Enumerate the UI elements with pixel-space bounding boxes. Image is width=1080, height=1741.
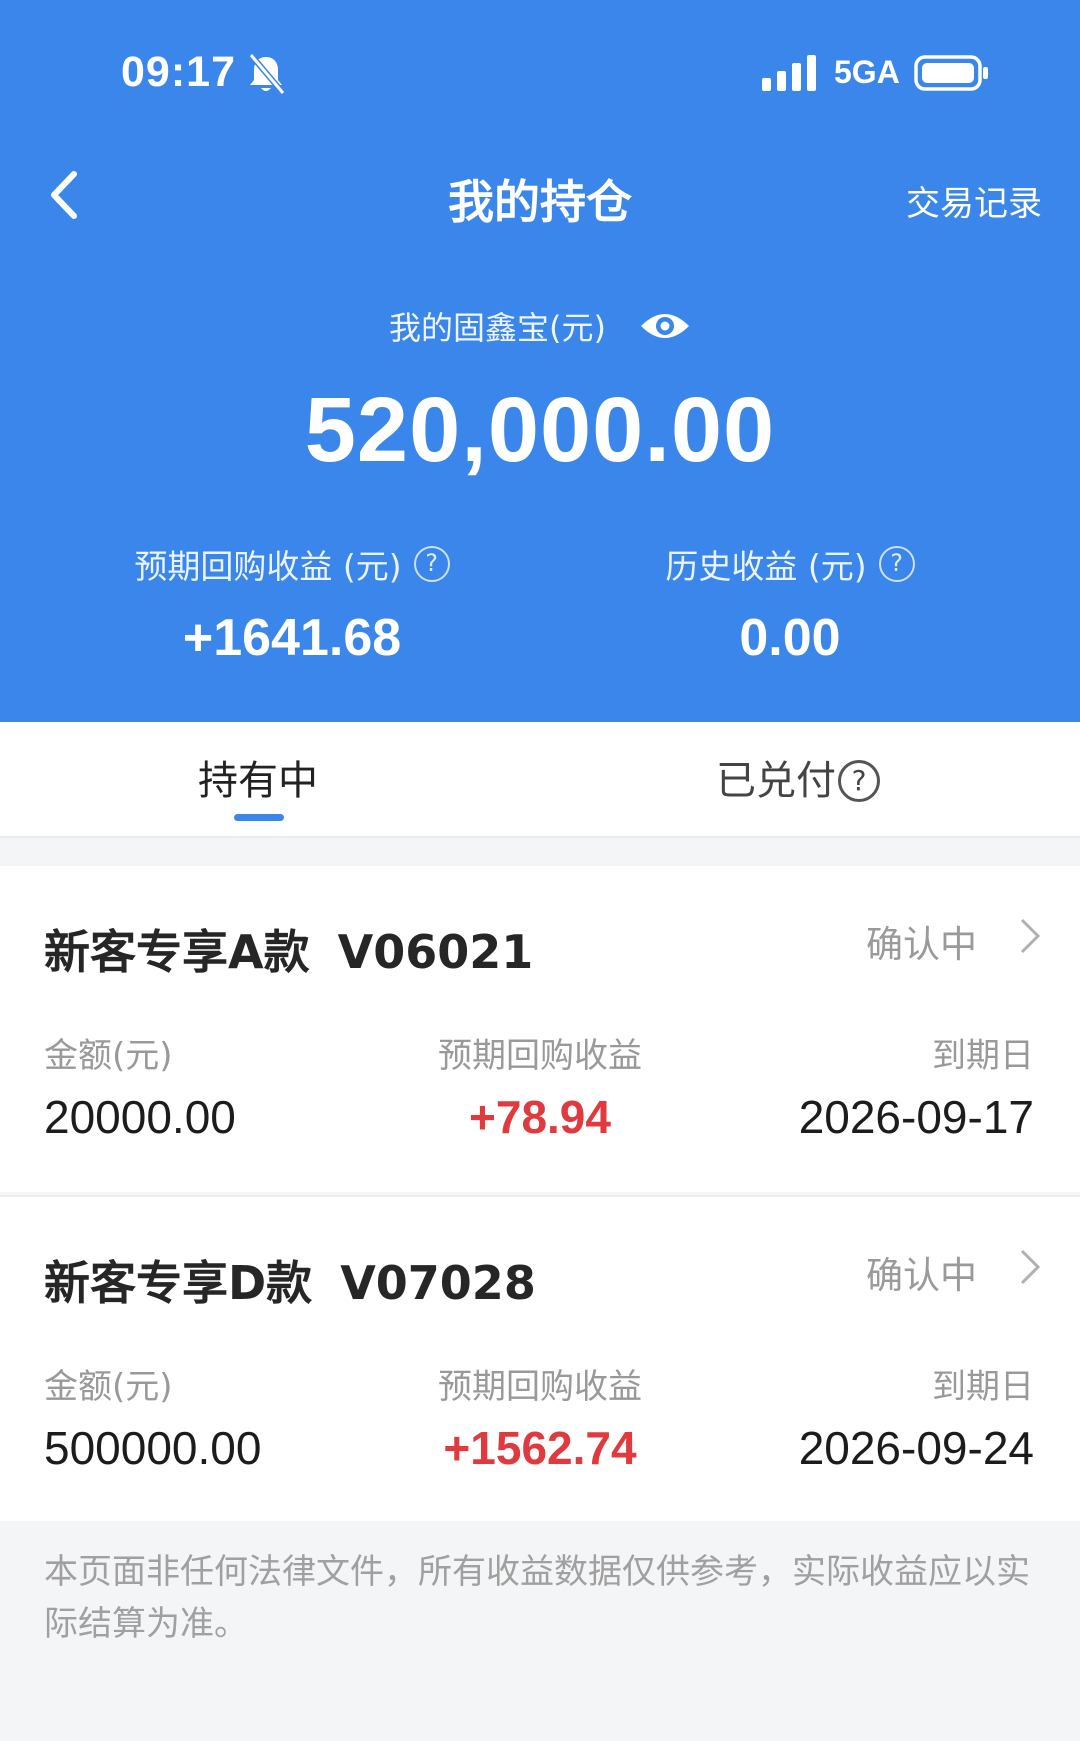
disclaimer-text: 本页面非任何法律文件，所有收益数据仅供参考，实际收益应以实际结算为准。 (44, 1552, 1030, 1644)
maturity-label: 到期日 (932, 1036, 1034, 1076)
status-label: 确认中 (866, 1254, 977, 1297)
chevron-right-icon[interactable] (1016, 1245, 1044, 1289)
bell-muted-icon (248, 53, 286, 95)
earnings-label: 预期回购收益 (438, 1036, 642, 1076)
transaction-records-link[interactable]: 交易记录 (906, 176, 1042, 225)
question-circle-icon[interactable]: ? (413, 546, 450, 582)
history-earnings-label: 历史收益 (元) (665, 547, 867, 586)
network-type: 5GA (834, 54, 900, 90)
chevron-right-icon[interactable] (1016, 914, 1044, 958)
status-bar: 09:17 5GA (0, 0, 1080, 150)
cellular-signal-icon (762, 55, 816, 91)
product-name: 新客专享D款 (44, 1256, 313, 1310)
status-time: 09:17 (121, 48, 236, 96)
product-title: 新客专享A款 V06021 (44, 916, 533, 982)
active-tab-indicator (234, 814, 284, 821)
history-earnings-stat: 历史收益 (元)? 0.00 (520, 540, 1060, 668)
tab-bar: 持有中 已兑付? (0, 722, 1080, 838)
tab-redeemed-label: 已兑付 (716, 758, 836, 804)
holding-card[interactable]: 新客专享D款 V07028 确认中 金额(元) 预期回购收益 到期日 500000… (0, 1195, 1080, 1521)
question-circle-icon[interactable]: ? (838, 760, 880, 802)
nav-bar: 我的持仓 交易记录 (0, 150, 1080, 240)
asset-total: 520,000.00 (304, 379, 776, 481)
holding-card[interactable]: 新客专享A款 V06021 确认中 金额(元) 预期回购收益 到期日 20000.… (0, 866, 1080, 1192)
product-code: V07028 (340, 1256, 536, 1310)
expected-earnings-value: +1641.68 (182, 609, 402, 667)
asset-label-row: 我的固鑫宝(元) (0, 303, 1080, 349)
status-label: 确认中 (866, 923, 977, 966)
tab-redeemed[interactable]: 已兑付? (716, 748, 880, 806)
expected-earnings-stat: 预期回购收益 (元)? +1641.68 (22, 540, 562, 668)
product-name: 新客专享A款 (44, 925, 310, 979)
battery-icon (914, 55, 988, 91)
maturity-value: 2026-09-17 (798, 1091, 1034, 1143)
asset-label: 我的固鑫宝(元) (388, 309, 606, 347)
earnings-label: 预期回购收益 (438, 1367, 642, 1407)
eye-icon[interactable] (639, 308, 691, 344)
header: 09:17 5GA 我的持仓 交易记录 我的固鑫宝(元) 520,000.00 … (0, 0, 1080, 722)
history-earnings-value: 0.00 (739, 609, 841, 667)
maturity-label: 到期日 (932, 1367, 1034, 1407)
expected-earnings-label: 预期回购收益 (元) (134, 547, 402, 586)
product-code: V06021 (337, 925, 534, 979)
product-title: 新客专享D款 V07028 (44, 1247, 536, 1313)
maturity-value: 2026-09-24 (798, 1422, 1034, 1474)
question-circle-icon[interactable]: ? (878, 546, 915, 582)
tab-holding[interactable]: 持有中 (198, 748, 318, 806)
